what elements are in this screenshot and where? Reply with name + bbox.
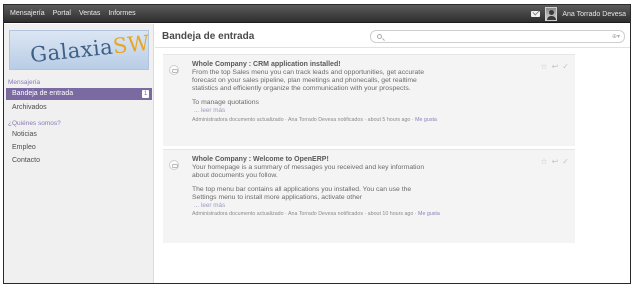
section-about-title[interactable]: ¿Quiénes somos? [8, 120, 61, 127]
message-actions: ☆ ↩ ✓ [540, 63, 569, 71]
sidebar-item-inbox[interactable]: Bandeja de entrada 1 [6, 88, 152, 100]
star-icon[interactable]: ☆ [540, 63, 547, 71]
top-menu-bar: Mensajería Portal Ventas Informes Ana To… [4, 5, 630, 23]
read-more-link[interactable]: ... leer más [192, 202, 522, 210]
message-body: Whole Company : Welcome to OpenERP! Your… [192, 156, 522, 218]
message-line: about documents you follow. [192, 172, 278, 179]
logo-text: GalaxiaSW [29, 30, 149, 68]
main-content: Bandeja de entrada ⊕▾ Whole Company : CR… [155, 24, 630, 283]
message-line: Your homepage is a summary of messages y… [192, 164, 425, 171]
page-title: Bandeja de entrada [162, 31, 255, 42]
message-meta: Administradora documento actualizado · A… [192, 211, 440, 217]
unread-count-badge: 1 [142, 90, 149, 98]
search-icon [377, 34, 382, 39]
section-messaging-title: Mensajería [8, 79, 41, 86]
mark-read-icon[interactable]: ✓ [562, 158, 569, 166]
sidebar-item-archived[interactable]: Archivados [8, 102, 152, 114]
menu-portal[interactable]: Portal [49, 5, 75, 23]
view-header: Bandeja de entrada ⊕▾ [155, 24, 630, 48]
filter-dropdown-icon[interactable]: ⊕▾ [612, 33, 620, 40]
avatar[interactable] [545, 7, 558, 21]
company-logo[interactable]: GalaxiaSW [9, 30, 149, 70]
message-line: To manage quotations [192, 99, 259, 106]
like-link[interactable]: Me gusta [415, 117, 437, 123]
message-type-icon [169, 65, 179, 75]
message-type-icon [169, 160, 179, 170]
message-line: The top menu bar contains all applicatio… [192, 186, 412, 193]
sidebar-item-contact[interactable]: Contacto [8, 155, 152, 167]
read-more-link[interactable]: ... leer más [192, 107, 522, 115]
sidebar: GalaxiaSW Mensajería Bandeja de entrada … [4, 24, 154, 283]
sidebar-item-label: Bandeja de entrada [12, 90, 74, 97]
message-line: From the top Sales menu you can track le… [192, 69, 424, 76]
message-line: forecast on your sales pipeline, plan me… [192, 77, 417, 84]
message-actions: ☆ ↩ ✓ [540, 158, 569, 166]
search-input[interactable]: ⊕▾ [370, 30, 625, 43]
menu-messaging[interactable]: Mensajería [6, 5, 49, 23]
message-thread[interactable]: Whole Company : CRM application installe… [163, 54, 575, 146]
sidebar-item-news[interactable]: Noticias [8, 129, 152, 141]
reply-icon[interactable]: ↩ [552, 158, 559, 166]
reply-icon[interactable]: ↩ [552, 63, 559, 71]
main-menu: Mensajería Portal Ventas Informes [6, 5, 140, 23]
user-area: Ana Torrado Devesa [531, 5, 626, 23]
message-title[interactable]: Whole Company : CRM application installe… [192, 61, 522, 69]
message-title[interactable]: Whole Company : Welcome to OpenERP! [192, 156, 522, 164]
mark-read-icon[interactable]: ✓ [562, 63, 569, 71]
user-name[interactable]: Ana Torrado Devesa [562, 11, 626, 18]
message-body: Whole Company : CRM application installe… [192, 61, 522, 124]
mail-icon[interactable] [531, 11, 541, 17]
menu-sales[interactable]: Ventas [75, 5, 104, 23]
menu-reports[interactable]: Informes [104, 5, 139, 23]
sidebar-item-jobs[interactable]: Empleo [8, 142, 152, 154]
message-thread[interactable]: Whole Company : Welcome to OpenERP! Your… [163, 149, 575, 243]
app-window: Mensajería Portal Ventas Informes Ana To… [3, 4, 631, 284]
message-line: statistics and efficiently organize the … [192, 85, 411, 92]
star-icon[interactable]: ☆ [540, 158, 547, 166]
like-link[interactable]: Me gusta [418, 211, 440, 217]
message-line: Settings menu to install more applicatio… [192, 194, 363, 201]
message-meta: Administradora documento actualizado · A… [192, 117, 437, 123]
